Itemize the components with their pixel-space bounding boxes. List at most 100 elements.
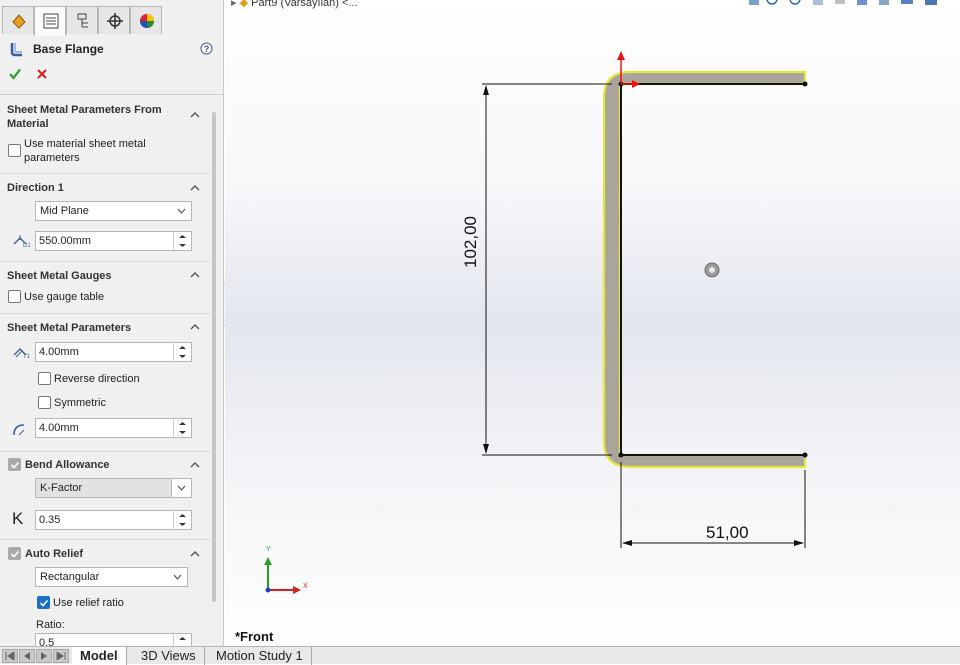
height-dimension-text[interactable]: 102,00 [461,216,481,268]
chevron-down-icon [173,574,182,580]
scrollbar-thumb[interactable] [212,112,216,602]
use-material-params-checkbox[interactable] [8,144,21,157]
chevron-down-icon [177,485,186,491]
group-header[interactable]: Sheet Metal Parameters [7,321,131,335]
spin-up-icon[interactable] [178,513,187,518]
depth-value: 550.00mm [39,235,91,247]
triad-y-label: Y [266,546,271,553]
group-header[interactable]: Auto Relief [25,547,83,561]
feature-manager-icon [12,14,26,29]
symmetric-checkbox[interactable] [38,396,51,409]
triad-x-label: X [303,583,308,590]
ratio-input[interactable]: 0.5 [35,633,192,646]
display-manager-icon [140,14,154,28]
spin-down-icon[interactable] [178,430,187,435]
spin-buttons[interactable] [173,343,191,361]
last-icon [56,652,66,660]
group-header[interactable]: Sheet Metal Parameters From Material [7,103,162,131]
collapse-chevron-icon[interactable] [190,550,200,558]
bend-radius-input[interactable]: 4.00mm [35,418,192,438]
bend-allowance-type-dropdown[interactable]: K-Factor [35,478,192,498]
group-header[interactable]: Sheet Metal Gauges [7,269,112,283]
spin-up-icon[interactable] [178,421,187,426]
width-dimension-text[interactable]: 51,00 [706,523,749,543]
origin-y-arrowhead [617,51,625,60]
use-gauge-table-checkbox[interactable] [8,290,21,303]
collapse-chevron-icon[interactable] [190,461,200,469]
bottom-tab-bar: Model 3D Views Motion Study 1 [0,646,960,665]
collapse-chevron-icon[interactable] [190,184,200,192]
tab-dimxpert-manager[interactable] [98,6,130,34]
spin-down-icon[interactable] [178,354,187,359]
view-orientation-label: *Front [235,629,274,644]
next-icon [41,652,47,660]
spin-buttons[interactable] [173,634,191,646]
first-icon [5,652,15,660]
svg-text:D1: D1 [23,243,30,248]
use-relief-ratio-checkbox[interactable] [37,596,50,609]
bend-allowance-checkbox[interactable] [8,458,21,471]
feature-title-row: Base Flange ? [0,36,223,62]
group-direction-1: Direction 1 Mid Plane D1 550.00mm [0,174,210,262]
cancel-x-button[interactable] [36,67,48,81]
spin-down-icon[interactable] [178,243,187,248]
spin-buttons[interactable] [173,232,191,250]
property-manager-icon [43,13,59,29]
check-icon [10,461,20,469]
collapse-chevron-icon[interactable] [190,323,200,331]
c-channel-profile[interactable] [602,70,807,469]
last-tab-button[interactable] [53,649,69,663]
check-icon [39,599,49,607]
group-header[interactable]: Bend Allowance [25,458,110,472]
use-gauge-table-label: Use gauge table [24,291,105,303]
depth-input[interactable]: 550.00mm [35,231,192,251]
dimension-arrowhead [794,540,804,546]
group-bend-allowance: Bend Allowance K-Factor K 0.35 [0,452,210,540]
next-tab-button[interactable] [36,649,52,663]
height-dimension[interactable] [482,83,612,456]
first-tab-button[interactable] [2,649,18,663]
group-header-line2: Material [7,118,49,130]
sketch-profile-view[interactable] [225,0,960,646]
help-icon[interactable]: ? [200,42,213,55]
thickness-input[interactable]: 4.00mm [35,342,192,362]
k-factor-input[interactable]: 0.35 [35,510,192,530]
tab-display-manager[interactable] [130,6,162,34]
previous-tab-button[interactable] [19,649,35,663]
tab-model[interactable]: Model [72,647,127,665]
group-auto-relief: Auto Relief Rectangular Use relief ratio… [0,540,210,646]
dropdown-button[interactable] [171,479,191,497]
spin-buttons[interactable] [173,511,191,529]
spin-buttons[interactable] [173,419,191,437]
group-sheet-metal-parameters: Sheet Metal Parameters T1 4.00mm Reverse… [0,314,210,452]
dimension-arrowhead [622,540,632,546]
reverse-direction-label: Reverse direction [54,373,140,385]
graphics-area[interactable]: ▸ ◆ Part9 (Varsayılan) <... 102,00 51,00… [225,0,960,646]
relief-type-dropdown[interactable]: Rectangular [35,567,188,587]
tab-motion-study-1[interactable]: Motion Study 1 [208,647,312,665]
reverse-direction-checkbox[interactable] [38,372,51,385]
svg-text:T1: T1 [23,354,30,359]
collapse-chevron-icon[interactable] [190,271,200,279]
group-header[interactable]: Direction 1 [7,181,64,195]
end-condition-dropdown[interactable]: Mid Plane [35,201,192,221]
collapse-chevron-icon[interactable] [190,111,200,119]
thickness-t1-icon: T1 [13,348,30,359]
symmetric-label: Symmetric [54,397,106,409]
tab-property-manager[interactable] [34,6,66,36]
tab-3d-views[interactable]: 3D Views [133,647,205,665]
tab-feature-manager[interactable] [2,6,34,34]
auto-relief-checkbox[interactable] [8,547,21,560]
spin-down-icon[interactable] [178,522,187,527]
property-manager: Base Flange ? Sheet Metal Parameters Fro… [0,0,224,646]
spin-up-icon[interactable] [178,234,187,239]
bend-radius-value: 4.00mm [39,422,79,434]
tab-configuration-manager[interactable] [66,6,98,34]
feature-title: Base Flange [33,42,104,56]
thickness-value: 4.00mm [39,346,79,358]
previous-icon [24,652,30,660]
group-material-parameters: Sheet Metal Parameters From Material Use… [0,100,210,174]
spin-up-icon[interactable] [178,345,187,350]
ok-checkmark-button[interactable] [8,67,22,81]
spin-up-icon[interactable] [178,636,187,641]
